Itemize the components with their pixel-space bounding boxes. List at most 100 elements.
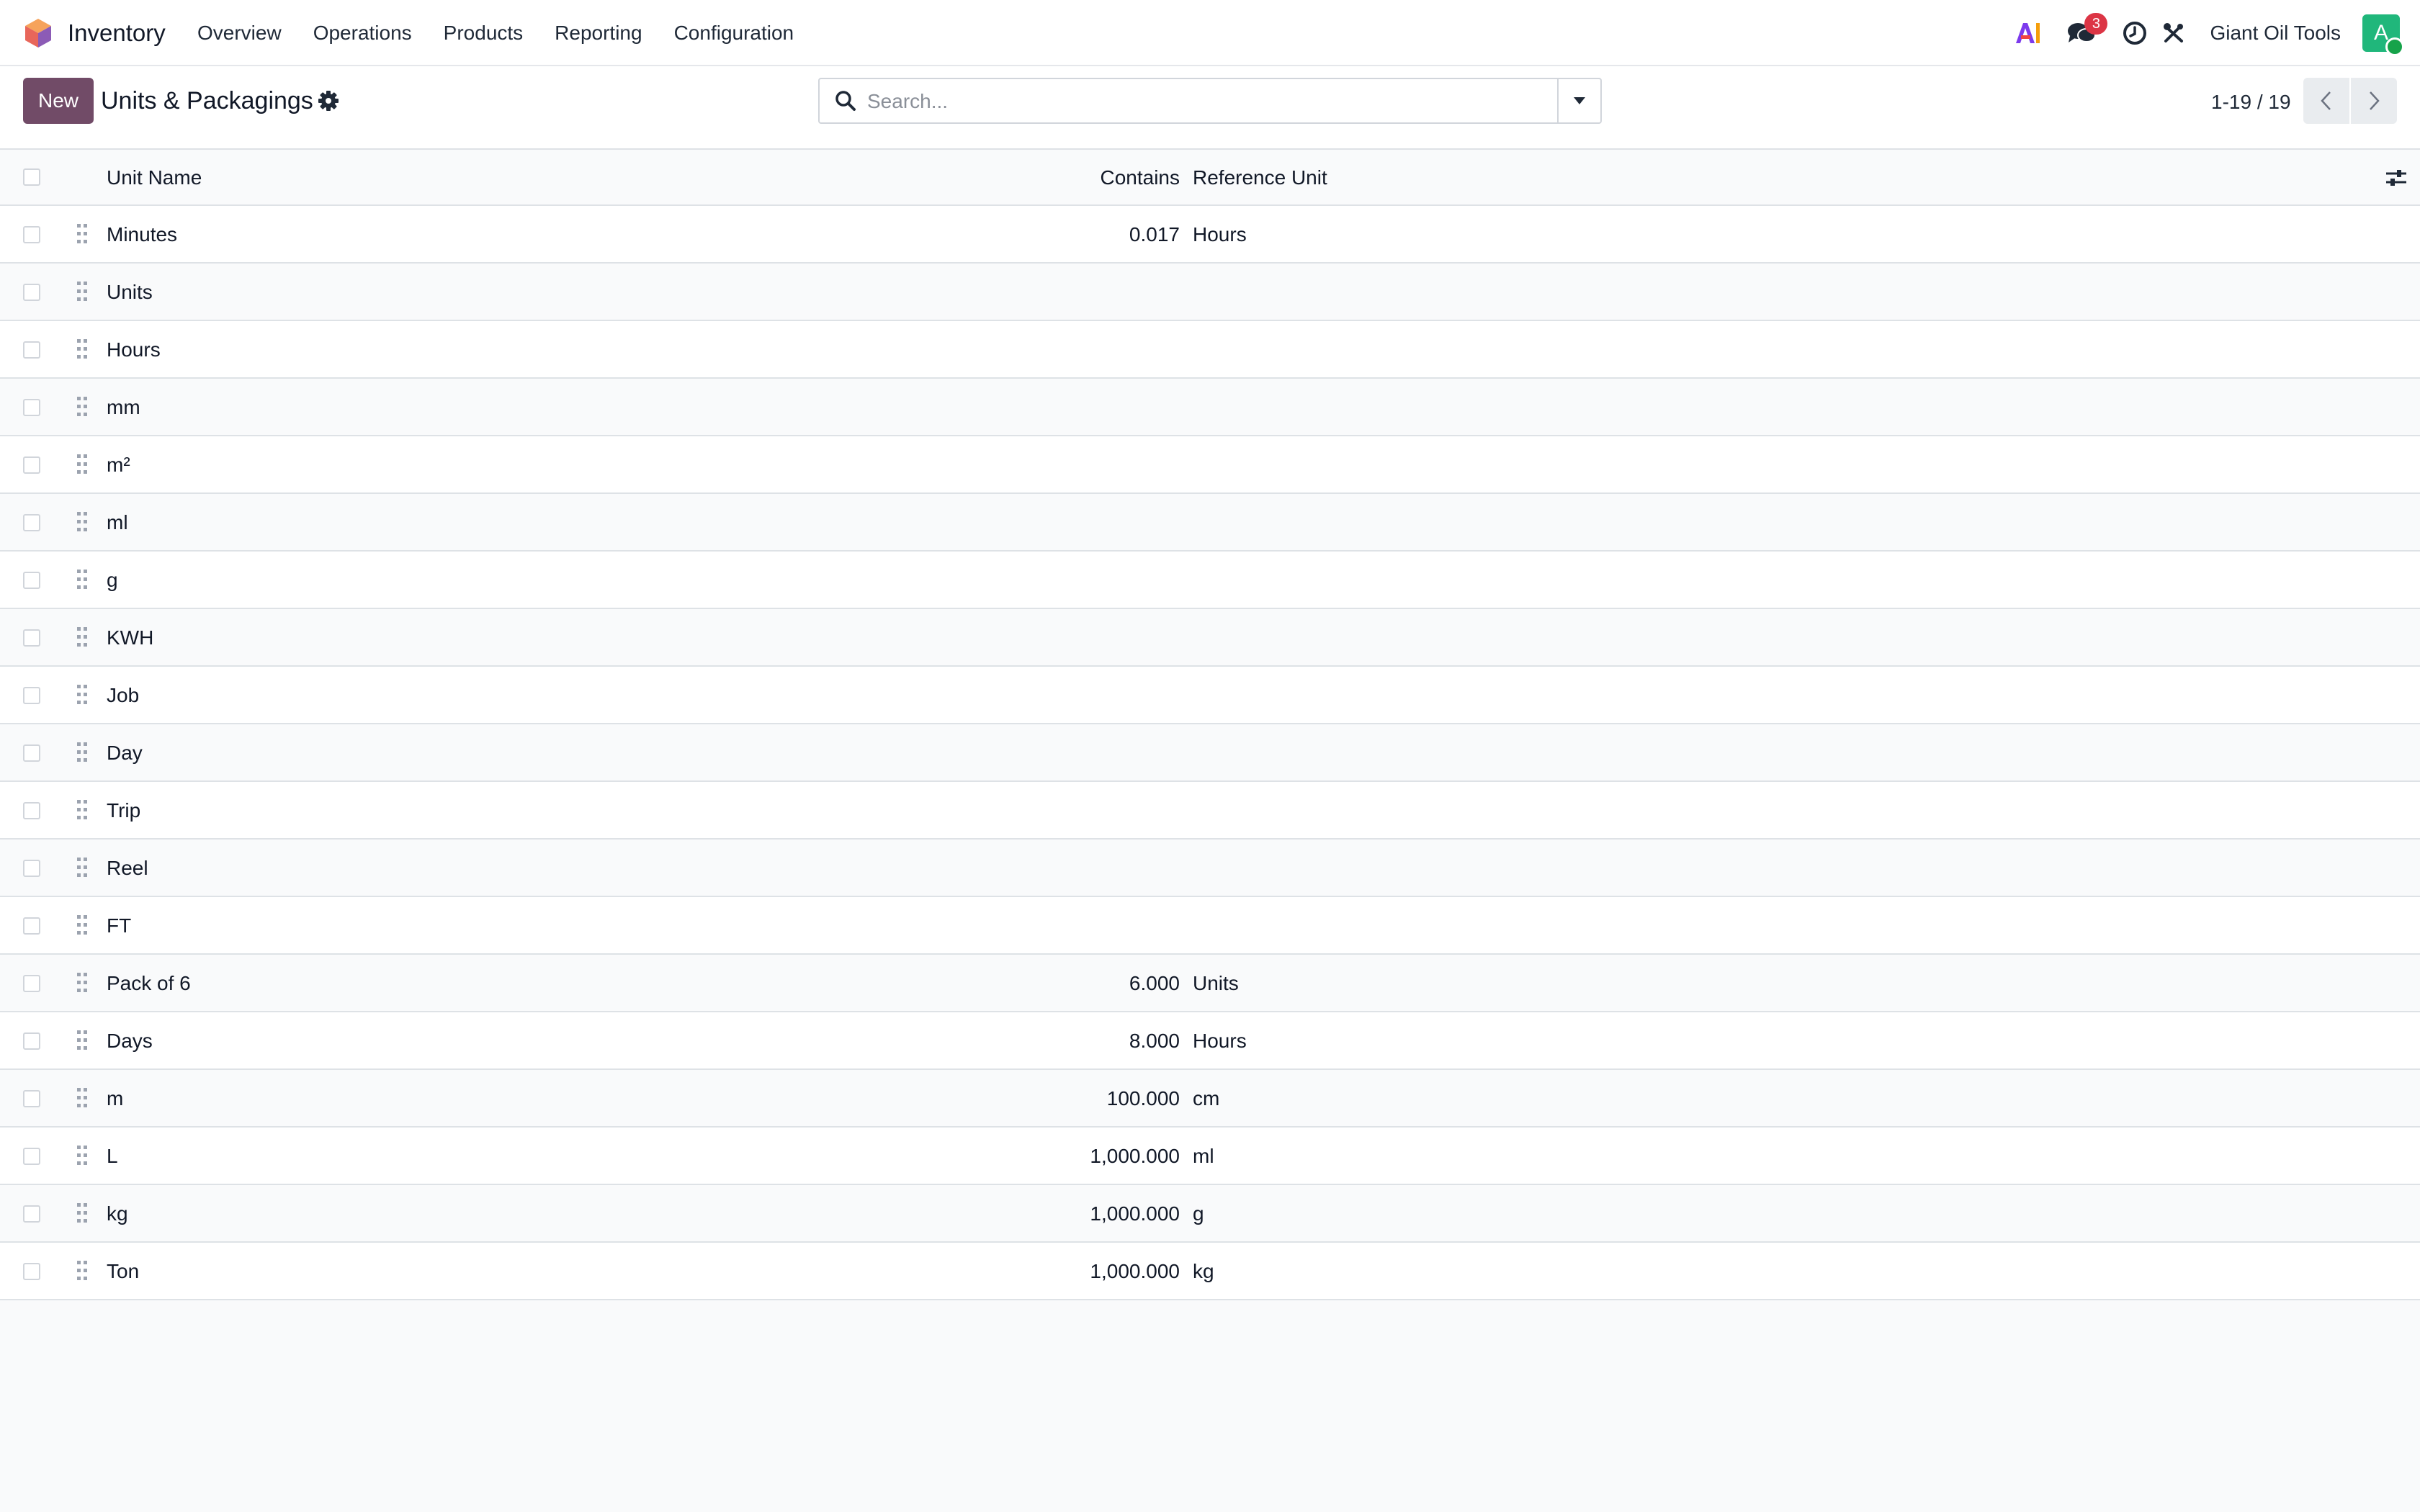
unit-name-cell[interactable]: mm bbox=[107, 379, 140, 436]
contains-cell[interactable]: 1,000.000 bbox=[1090, 1128, 1180, 1185]
unit-name-cell[interactable]: FT bbox=[107, 897, 131, 955]
pager-next-button[interactable] bbox=[2351, 78, 2397, 124]
table-row[interactable]: Ton 1,000.000 kg bbox=[0, 1243, 2420, 1300]
drag-handle-icon[interactable] bbox=[75, 913, 89, 937]
table-row[interactable]: Day bbox=[0, 724, 2420, 782]
row-checkbox[interactable] bbox=[23, 629, 40, 647]
row-checkbox[interactable] bbox=[23, 399, 40, 416]
tools-icon[interactable] bbox=[2158, 17, 2190, 49]
drag-handle-icon[interactable] bbox=[75, 855, 89, 880]
drag-handle-icon[interactable] bbox=[75, 1201, 89, 1225]
clock-icon[interactable] bbox=[2119, 17, 2151, 49]
drag-handle-icon[interactable] bbox=[75, 1259, 89, 1283]
row-checkbox[interactable] bbox=[23, 860, 40, 877]
table-row[interactable]: KWH bbox=[0, 609, 2420, 667]
pager-previous-button[interactable] bbox=[2303, 78, 2349, 124]
row-checkbox[interactable] bbox=[23, 514, 40, 531]
row-checkbox[interactable] bbox=[23, 1032, 40, 1050]
reference-unit-cell[interactable]: kg bbox=[1193, 1243, 1214, 1300]
row-checkbox[interactable] bbox=[23, 975, 40, 992]
table-row[interactable]: kg 1,000.000 g bbox=[0, 1185, 2420, 1243]
table-row[interactable]: Hours bbox=[0, 321, 2420, 379]
row-checkbox[interactable] bbox=[23, 1205, 40, 1223]
table-row[interactable]: Trip bbox=[0, 782, 2420, 840]
table-row[interactable]: Reel bbox=[0, 840, 2420, 897]
table-row[interactable]: mm bbox=[0, 379, 2420, 436]
unit-name-cell[interactable]: Day bbox=[107, 724, 143, 782]
drag-handle-icon[interactable] bbox=[75, 337, 89, 361]
drag-handle-icon[interactable] bbox=[75, 567, 89, 592]
contains-cell[interactable]: 100.000 bbox=[1107, 1070, 1180, 1128]
select-all-checkbox[interactable] bbox=[23, 168, 40, 186]
menu-configuration[interactable]: Configuration bbox=[674, 17, 794, 49]
contains-cell[interactable]: 8.000 bbox=[1129, 1012, 1180, 1070]
menu-products[interactable]: Products bbox=[444, 17, 524, 49]
unit-name-cell[interactable]: Units bbox=[107, 264, 153, 321]
ai-icon[interactable] bbox=[2012, 17, 2044, 49]
search-input[interactable] bbox=[866, 84, 1517, 120]
reference-unit-cell[interactable]: Units bbox=[1193, 955, 1239, 1012]
row-checkbox[interactable] bbox=[23, 687, 40, 704]
row-checkbox[interactable] bbox=[23, 341, 40, 359]
unit-name-cell[interactable]: Ton bbox=[107, 1243, 139, 1300]
unit-name-cell[interactable]: Minutes bbox=[107, 206, 177, 264]
menu-overview[interactable]: Overview bbox=[197, 17, 282, 49]
drag-handle-icon[interactable] bbox=[75, 452, 89, 477]
drag-handle-icon[interactable] bbox=[75, 740, 89, 765]
gear-icon[interactable] bbox=[317, 89, 340, 112]
row-checkbox[interactable] bbox=[23, 802, 40, 819]
unit-name-cell[interactable]: Reel bbox=[107, 840, 148, 897]
table-row[interactable]: g bbox=[0, 552, 2420, 609]
unit-name-cell[interactable]: KWH bbox=[107, 609, 153, 667]
reference-unit-cell[interactable]: g bbox=[1193, 1185, 1204, 1243]
table-row[interactable]: Minutes 0.017 Hours bbox=[0, 206, 2420, 264]
drag-handle-icon[interactable] bbox=[75, 971, 89, 995]
drag-handle-icon[interactable] bbox=[75, 1143, 89, 1168]
optional-columns-toggle[interactable] bbox=[2384, 166, 2408, 190]
drag-handle-icon[interactable] bbox=[75, 1086, 89, 1110]
app-name[interactable]: Inventory bbox=[68, 17, 166, 49]
row-checkbox[interactable] bbox=[23, 284, 40, 301]
row-checkbox[interactable] bbox=[23, 1263, 40, 1280]
row-checkbox[interactable] bbox=[23, 226, 40, 243]
table-row[interactable]: Pack of 6 6.000 Units bbox=[0, 955, 2420, 1012]
inventory-app-icon[interactable] bbox=[23, 17, 53, 49]
drag-handle-icon[interactable] bbox=[75, 222, 89, 246]
row-checkbox[interactable] bbox=[23, 572, 40, 589]
drag-handle-icon[interactable] bbox=[75, 798, 89, 822]
drag-handle-icon[interactable] bbox=[75, 625, 89, 649]
reference-unit-cell[interactable]: cm bbox=[1193, 1070, 1219, 1128]
chat-bubbles-icon[interactable]: 3 bbox=[2066, 13, 2108, 49]
row-checkbox[interactable] bbox=[23, 917, 40, 935]
menu-operations[interactable]: Operations bbox=[313, 17, 412, 49]
column-header-contains[interactable]: Contains bbox=[1100, 150, 1180, 206]
unit-name-cell[interactable]: m bbox=[107, 1070, 123, 1128]
reference-unit-cell[interactable]: Hours bbox=[1193, 206, 1247, 264]
row-checkbox[interactable] bbox=[23, 1148, 40, 1165]
unit-name-cell[interactable]: L bbox=[107, 1128, 118, 1185]
reference-unit-cell[interactable]: Hours bbox=[1193, 1012, 1247, 1070]
pager-value[interactable]: 1-19 / 19 bbox=[2211, 88, 2291, 117]
table-row[interactable]: L 1,000.000 ml bbox=[0, 1128, 2420, 1185]
search-options-toggle[interactable] bbox=[1557, 79, 1600, 122]
table-row[interactable]: Days 8.000 Hours bbox=[0, 1012, 2420, 1070]
user-avatar[interactable]: A bbox=[2362, 14, 2404, 56]
drag-handle-icon[interactable] bbox=[75, 395, 89, 419]
contains-cell[interactable]: 6.000 bbox=[1129, 955, 1180, 1012]
table-row[interactable]: FT bbox=[0, 897, 2420, 955]
table-row[interactable]: m² bbox=[0, 436, 2420, 494]
unit-name-cell[interactable]: ml bbox=[107, 494, 128, 552]
row-checkbox[interactable] bbox=[23, 1090, 40, 1107]
table-row[interactable]: m 100.000 cm bbox=[0, 1070, 2420, 1128]
row-checkbox[interactable] bbox=[23, 456, 40, 474]
unit-name-cell[interactable]: kg bbox=[107, 1185, 128, 1243]
drag-handle-icon[interactable] bbox=[75, 279, 89, 304]
reference-unit-cell[interactable]: ml bbox=[1193, 1128, 1214, 1185]
unit-name-cell[interactable]: Hours bbox=[107, 321, 161, 379]
unit-name-cell[interactable]: m² bbox=[107, 436, 130, 494]
unit-name-cell[interactable]: g bbox=[107, 552, 118, 609]
company-switcher[interactable]: Giant Oil Tools bbox=[2210, 22, 2341, 45]
new-button[interactable]: New bbox=[23, 78, 94, 124]
column-header-reference-unit[interactable]: Reference Unit bbox=[1193, 150, 1327, 206]
contains-cell[interactable]: 0.017 bbox=[1129, 206, 1180, 264]
